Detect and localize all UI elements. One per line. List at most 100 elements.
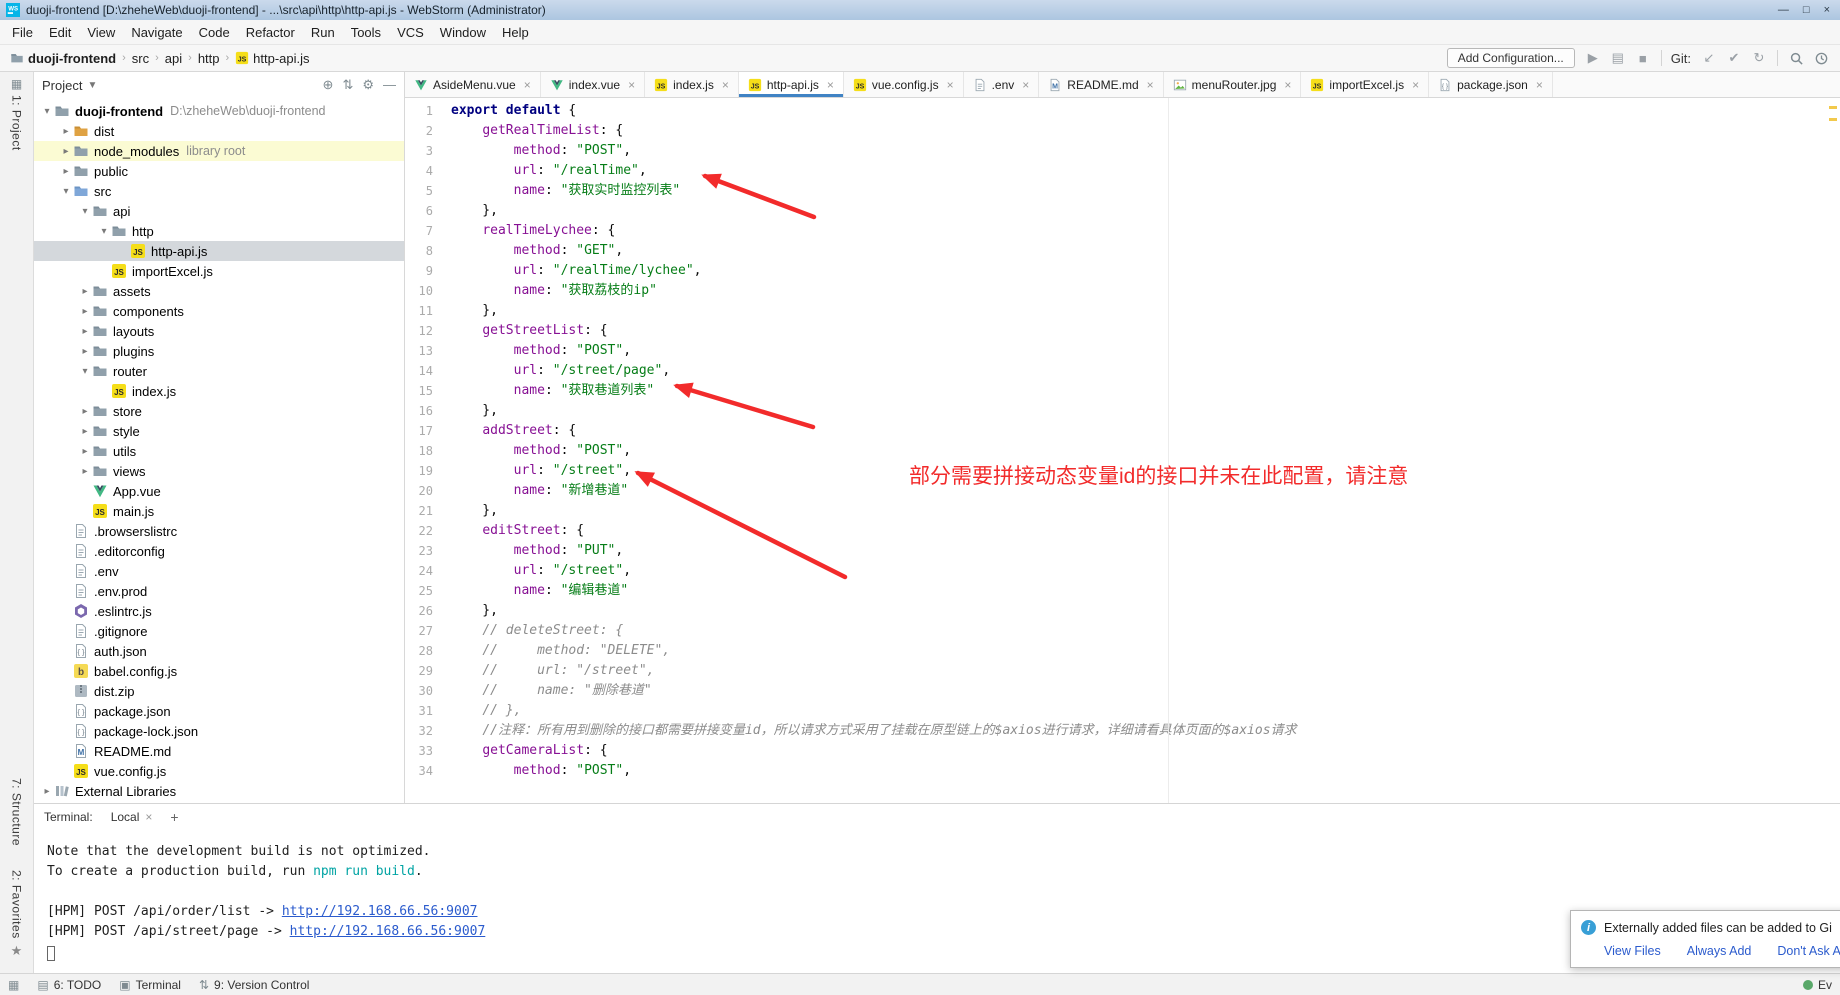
chevron-right-icon[interactable]: ▸: [78, 446, 92, 457]
tab-close-icon[interactable]: ×: [524, 78, 531, 92]
tree-item-http-api-js[interactable]: JShttp-api.js: [34, 241, 404, 261]
breadcrumb-item[interactable]: http: [198, 51, 220, 66]
chevron-right-icon[interactable]: ▸: [78, 326, 92, 337]
tree-item-importexcel-js[interactable]: JSimportExcel.js: [34, 261, 404, 281]
menu-navigate[interactable]: Navigate: [123, 22, 190, 43]
tree-item--editorconfig[interactable]: .editorconfig: [34, 541, 404, 561]
window-maximize-button[interactable]: □: [1803, 4, 1810, 16]
tab-readme-md[interactable]: MREADME.md×: [1039, 72, 1163, 97]
new-terminal-button[interactable]: +: [170, 809, 178, 825]
tree-item-views[interactable]: ▸views: [34, 461, 404, 481]
tool-window-switcher-icon[interactable]: ▦: [8, 978, 19, 992]
error-stripe-mark[interactable]: [1829, 106, 1837, 109]
gear-icon[interactable]: ⚙: [362, 77, 374, 93]
git-history-icon[interactable]: ↻: [1750, 50, 1768, 66]
tab-asidemenu-vue[interactable]: AsideMenu.vue×: [405, 72, 541, 97]
tab-http-api-js[interactable]: JShttp-api.js×: [739, 72, 844, 97]
window-close-button[interactable]: ×: [1824, 4, 1830, 16]
tree-item-duoji-frontend[interactable]: ▾duoji-frontendD:\zheheWeb\duoji-fronten…: [34, 101, 404, 121]
tree-item-router[interactable]: ▾router: [34, 361, 404, 381]
chevron-right-icon[interactable]: ▸: [78, 466, 92, 477]
tree-item-package-json[interactable]: { }package.json: [34, 701, 404, 721]
tree-item-dist[interactable]: ▸dist: [34, 121, 404, 141]
git-update-icon[interactable]: ↙: [1700, 50, 1718, 66]
terminal-tab-local[interactable]: Local ×: [103, 808, 161, 826]
chevron-right-icon[interactable]: ▸: [78, 306, 92, 317]
chevron-down-icon[interactable]: ▾: [97, 226, 111, 237]
hide-panel-icon[interactable]: —: [383, 77, 396, 93]
tree-item-components[interactable]: ▸components: [34, 301, 404, 321]
tree-item-node-modules[interactable]: ▸node_moduleslibrary root: [34, 141, 404, 161]
tree-item-package-lock-json[interactable]: { }package-lock.json: [34, 721, 404, 741]
chevron-down-icon[interactable]: ▾: [40, 106, 54, 117]
search-icon[interactable]: [1787, 51, 1805, 66]
chevron-right-icon[interactable]: ▸: [59, 126, 73, 137]
tab-close-icon[interactable]: ×: [827, 78, 834, 92]
code-editor[interactable]: 1export default {2 getRealTimeList: {3 m…: [405, 98, 1840, 803]
tab-close-icon[interactable]: ×: [1022, 78, 1029, 92]
chevron-right-icon[interactable]: ▸: [59, 146, 73, 157]
tab-menurouter-jpg[interactable]: menuRouter.jpg×: [1164, 72, 1302, 97]
tab-close-icon[interactable]: ×: [947, 78, 954, 92]
scope-icon[interactable]: ⊕: [323, 77, 334, 93]
statusbar-6-todo[interactable]: ▤6: TODO: [37, 978, 101, 992]
chevron-down-icon[interactable]: ▼: [87, 80, 97, 91]
chevron-right-icon[interactable]: ▸: [78, 406, 92, 417]
tree-item-layouts[interactable]: ▸layouts: [34, 321, 404, 341]
tree-item-src[interactable]: ▾src: [34, 181, 404, 201]
close-icon[interactable]: ×: [145, 810, 152, 824]
tool-strip-structure-button[interactable]: 7: Structure: [3, 778, 31, 846]
status-bar-right[interactable]: Ev: [1803, 978, 1832, 992]
menu-refactor[interactable]: Refactor: [238, 22, 303, 43]
tree-item-http[interactable]: ▾http: [34, 221, 404, 241]
profile-icon[interactable]: ▤: [1609, 50, 1627, 66]
tree-item-utils[interactable]: ▸utils: [34, 441, 404, 461]
tree-item-index-js[interactable]: JSindex.js: [34, 381, 404, 401]
menu-tools[interactable]: Tools: [343, 22, 389, 43]
breadcrumb-item[interactable]: src: [132, 51, 149, 66]
tab-package-json[interactable]: { }package.json×: [1429, 72, 1553, 97]
breadcrumb-item[interactable]: JShttp-api.js: [235, 51, 309, 66]
breadcrumb-item[interactable]: api: [165, 51, 182, 66]
chevron-right-icon[interactable]: ▸: [59, 166, 73, 177]
tab-importexcel-js[interactable]: JSimportExcel.js×: [1301, 72, 1429, 97]
tree-item--env[interactable]: .env: [34, 561, 404, 581]
statusbar-9-version-control[interactable]: ⇅9: Version Control: [199, 978, 309, 992]
tree-item-babel-config-js[interactable]: bbabel.config.js: [34, 661, 404, 681]
chevron-down-icon[interactable]: ▾: [78, 206, 92, 217]
chevron-right-icon[interactable]: ▸: [40, 786, 54, 797]
error-stripe-mark[interactable]: [1829, 118, 1837, 121]
tree-item--env-prod[interactable]: .env.prod: [34, 581, 404, 601]
stop-icon[interactable]: ■: [1634, 50, 1652, 66]
notification-action-always-add[interactable]: Always Add: [1687, 944, 1752, 958]
menu-help[interactable]: Help: [494, 22, 537, 43]
tree-item-app-vue[interactable]: App.vue: [34, 481, 404, 501]
sort-icon[interactable]: ⇅: [342, 77, 353, 93]
tree-item--gitignore[interactable]: .gitignore: [34, 621, 404, 641]
chevron-down-icon[interactable]: ▾: [59, 186, 73, 197]
tab-close-icon[interactable]: ×: [722, 78, 729, 92]
tree-item-public[interactable]: ▸public: [34, 161, 404, 181]
menu-code[interactable]: Code: [191, 22, 238, 43]
tree-item-assets[interactable]: ▸assets: [34, 281, 404, 301]
menu-vcs[interactable]: VCS: [389, 22, 432, 43]
tree-item-external-libraries[interactable]: ▸External Libraries: [34, 781, 404, 801]
run-icon[interactable]: ▶: [1584, 50, 1602, 66]
notification-action-view-files[interactable]: View Files: [1604, 944, 1661, 958]
tree-item-store[interactable]: ▸store: [34, 401, 404, 421]
add-configuration-button[interactable]: Add Configuration...: [1447, 48, 1575, 68]
chevron-down-icon[interactable]: ▾: [78, 366, 92, 377]
tab-close-icon[interactable]: ×: [1147, 78, 1154, 92]
tab-close-icon[interactable]: ×: [1412, 78, 1419, 92]
tree-item-api[interactable]: ▾api: [34, 201, 404, 221]
tool-strip-favorites-button[interactable]: 2: Favorites ★: [3, 870, 31, 959]
tree-item--browserslistrc[interactable]: .browserslistrc: [34, 521, 404, 541]
tree-item--eslintrc-js[interactable]: .eslintrc.js: [34, 601, 404, 621]
tool-strip-project-button[interactable]: ▦ 1: Project: [10, 77, 24, 151]
terminal-link[interactable]: http://192.168.66.56:9007: [282, 904, 478, 919]
chevron-right-icon[interactable]: ▸: [78, 286, 92, 297]
tab-index-js[interactable]: JSindex.js×: [645, 72, 739, 97]
tab-index-vue[interactable]: index.vue×: [541, 72, 645, 97]
menu-edit[interactable]: Edit: [41, 22, 79, 43]
window-minimize-button[interactable]: —: [1778, 4, 1789, 16]
